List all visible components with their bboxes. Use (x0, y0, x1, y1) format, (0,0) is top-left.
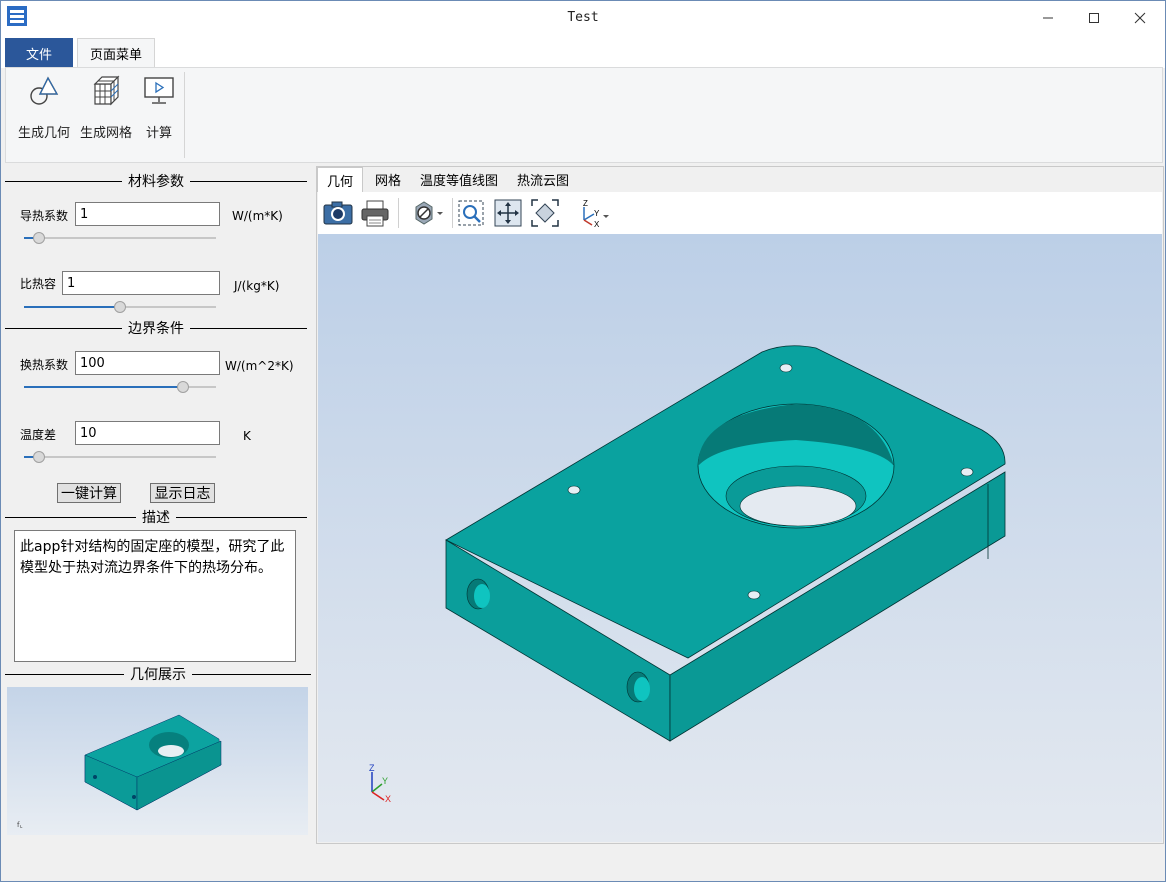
tab-heat-flux[interactable]: 热流云图 (509, 167, 577, 192)
generate-mesh-label: 生成网格 (80, 126, 133, 141)
close-icon (1134, 12, 1146, 24)
conductivity-label: 导热系数 (20, 209, 69, 223)
zoom-box-icon (458, 200, 484, 226)
temp-diff-slider[interactable] (24, 451, 216, 463)
compute-button[interactable]: 计算 (142, 74, 176, 141)
toolbar-separator (452, 198, 453, 228)
description-textbox[interactable]: 此app针对结构的固定座的模型，研究了此模型处于热对流边界条件下的热场分布。 (14, 530, 296, 662)
slider-thumb[interactable] (33, 232, 45, 244)
clip-dropdown-button[interactable] (410, 198, 446, 228)
zoom-box-button[interactable] (456, 198, 486, 228)
window-title: Test (567, 10, 599, 25)
monitor-play-icon (144, 77, 174, 104)
pan-icon (494, 199, 522, 227)
view-toolbar: Z Y X (318, 192, 1162, 234)
status-bar (1, 846, 1165, 881)
tab-mesh[interactable]: 网格 (365, 167, 411, 192)
conductivity-input[interactable] (75, 202, 220, 226)
svg-text:f⌞: f⌞ (17, 821, 23, 829)
generate-geometry-label: 生成几何 (18, 126, 71, 141)
temp-diff-unit: K (243, 429, 251, 443)
geometry-preview-title: 几何展示 (5, 666, 311, 683)
pan-button[interactable] (493, 198, 523, 228)
axes-view-button[interactable]: Z Y X (574, 198, 612, 228)
parameter-panel: 材料参数 导热系数 W/(m*K) 比热容 J/(kg*K) 边界条件 换热系数… (5, 167, 313, 843)
tab-file[interactable]: 文件 (5, 38, 73, 68)
conductivity-slider[interactable] (24, 232, 216, 244)
description-section-title: 描述 (5, 509, 307, 526)
material-section-title: 材料参数 (5, 173, 307, 190)
slider-thumb[interactable] (114, 301, 126, 313)
axis-z-label: Z (369, 763, 375, 773)
fit-view-button[interactable] (530, 198, 560, 228)
camera-icon (323, 201, 353, 225)
toolbar-separator (398, 198, 399, 228)
print-button[interactable] (360, 198, 390, 228)
screenshot-button[interactable] (323, 198, 353, 228)
boundary-section-title: 边界条件 (5, 320, 307, 337)
one-click-compute-button[interactable]: 一键计算 (57, 483, 121, 503)
geometry-preview-view[interactable]: f⌞ (7, 687, 308, 835)
htc-label: 换热系数 (20, 358, 69, 372)
printer-icon (361, 200, 389, 227)
3d-viewport[interactable]: Z Y X (318, 234, 1162, 842)
svg-text:Z: Z (583, 199, 588, 208)
htc-input[interactable] (75, 351, 220, 375)
slider-thumb[interactable] (177, 381, 189, 393)
tab-page-menu[interactable]: 页面菜单 (77, 38, 155, 68)
mesh-cube-icon (93, 75, 120, 106)
ribbon-tab-bar: 文件 页面菜单 (1, 35, 1165, 68)
heat-capacity-label: 比热容 (20, 277, 57, 291)
model-render (445, 345, 1006, 742)
conductivity-unit: W/(m*K) (232, 209, 283, 223)
minimize-icon (1043, 17, 1053, 19)
svg-text:X: X (594, 220, 600, 228)
htc-unit: W/(m^2*K) (225, 359, 294, 373)
slider-thumb[interactable] (33, 451, 45, 463)
ribbon-separator (184, 72, 185, 158)
generate-geometry-button[interactable]: 生成几何 (18, 74, 70, 141)
show-log-button[interactable]: 显示日志 (150, 483, 215, 503)
tab-geometry[interactable]: 几何 (317, 167, 363, 192)
shapes-icon (30, 76, 59, 105)
generate-mesh-button[interactable]: 生成网格 (80, 74, 132, 141)
close-button[interactable] (1117, 1, 1163, 35)
axis-x-label: X (385, 794, 391, 804)
ribbon-panel: 生成几何 生成网格 计算 (5, 67, 1163, 163)
view-panel: 几何 网格 温度等值线图 热流云图 Z Y X Z Y X (316, 166, 1164, 844)
maximize-button[interactable] (1071, 1, 1117, 35)
axes-icon: Z Y X (583, 199, 609, 228)
heat-capacity-slider[interactable] (24, 301, 216, 313)
temp-diff-label: 温度差 (20, 428, 57, 442)
heat-capacity-unit: J/(kg*K) (234, 279, 280, 293)
no-entry-icon (415, 201, 443, 225)
tab-temperature-contour[interactable]: 温度等值线图 (413, 167, 505, 192)
maximize-icon (1089, 13, 1099, 23)
htc-slider[interactable] (24, 381, 216, 393)
minimize-button[interactable] (1025, 1, 1071, 35)
main-window: Test 文件 页面菜单 生成几何 生成网格 计算 材料参数 导热系数 1 W/… (0, 0, 1166, 882)
temp-diff-input[interactable] (75, 421, 220, 445)
axis-y-label: Y (382, 776, 388, 786)
compute-label: 计算 (145, 126, 172, 141)
axis-triad: Z Y X (369, 763, 391, 804)
preview-model-image: f⌞ (17, 714, 222, 829)
svg-text:Y: Y (594, 209, 600, 218)
fit-view-icon (531, 199, 559, 227)
heat-capacity-input[interactable] (62, 271, 220, 295)
title-bar: Test (1, 1, 1165, 35)
